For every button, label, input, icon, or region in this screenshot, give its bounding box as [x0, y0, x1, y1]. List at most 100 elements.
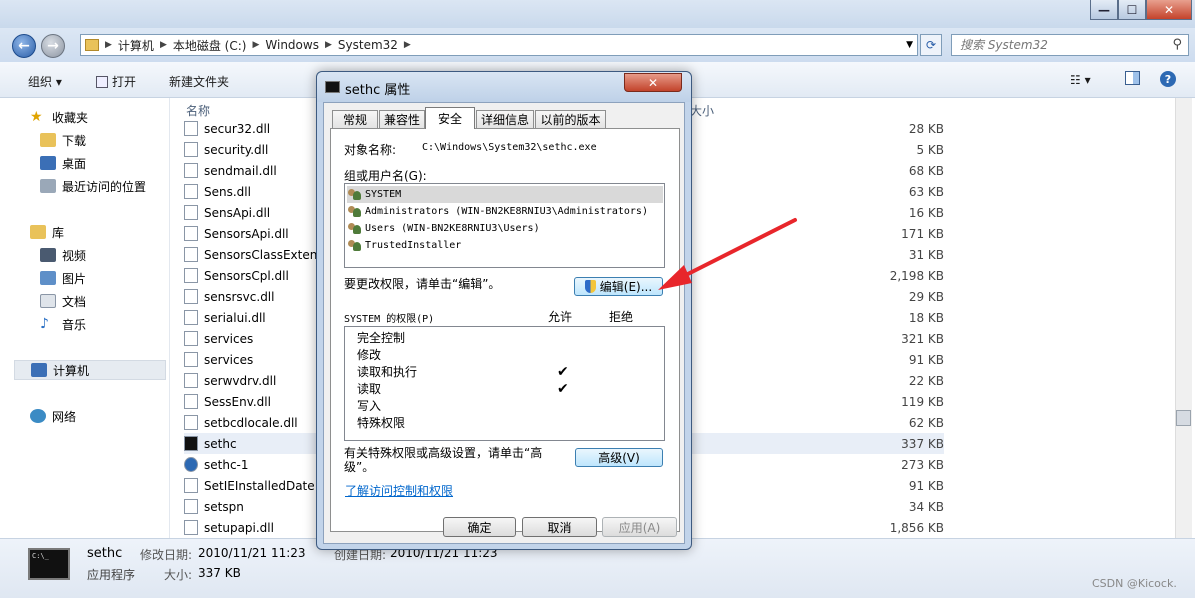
permission-name: 读取 [357, 382, 382, 396]
advanced-button[interactable]: 高级(V) [575, 448, 663, 467]
preview-pane-icon [1125, 71, 1140, 85]
search-icon[interactable]: ⚲ [1172, 37, 1182, 52]
address-bar[interactable]: ▶ 计算机 ▶ 本地磁盘 (C:) ▶ Windows ▶ System32 ▶… [80, 34, 918, 56]
nav-label: 收藏夹 [52, 110, 89, 125]
executable-icon [184, 478, 198, 493]
dll-file-icon [184, 184, 198, 199]
maximize-button[interactable]: ☐ [1118, 0, 1146, 20]
nav-pictures[interactable]: 图片 [40, 268, 86, 288]
view-options-button[interactable]: ☷ ▾ [1070, 73, 1091, 87]
nav-label: 最近访问的位置 [62, 179, 147, 194]
maximize-icon: ☐ [1126, 2, 1138, 17]
uac-shield-icon [584, 280, 596, 293]
red-annotation-arrow [658, 218, 797, 290]
nav-label: 计算机 [53, 363, 90, 378]
breadcrumb-system32[interactable]: System32 [338, 38, 398, 52]
breadcrumb-computer[interactable]: 计算机 [118, 37, 154, 54]
learn-access-control-link[interactable]: 了解访问控制和权限 [345, 482, 453, 499]
nav-downloads[interactable]: 下载 [40, 130, 86, 150]
permission-name: 读取和执行 [357, 365, 418, 379]
command-prompt-icon: C:\_ [28, 548, 70, 580]
nav-desktop[interactable]: 桌面 [40, 153, 86, 173]
nav-music[interactable]: ♪ 音乐 [40, 314, 86, 334]
chevron-right-icon: ▶ [159, 40, 167, 50]
object-name-label: 对象名称: [344, 143, 397, 157]
view-list-icon: ☷ ▾ [1070, 73, 1091, 87]
new-folder-label: 新建文件夹 [169, 75, 230, 89]
refresh-icon: ⟳ [925, 38, 937, 52]
tab-details[interactable]: 详细信息 [476, 110, 534, 128]
cancel-button[interactable]: 取消 [522, 517, 597, 537]
close-icon: ✕ [1163, 2, 1175, 17]
help-button[interactable]: ? [1160, 71, 1176, 87]
dialog-close-button[interactable]: ✕ [624, 73, 682, 92]
user-row-system[interactable]: SYSTEM [347, 186, 663, 203]
file-size: 68 KB [908, 163, 944, 178]
apply-button[interactable]: 应用(A) [602, 517, 677, 537]
address-dropdown-icon[interactable]: ▼ [906, 40, 913, 50]
minimize-button[interactable]: — [1090, 0, 1118, 20]
close-button[interactable]: ✕ [1146, 0, 1192, 20]
file-name: serwvdrv.dll [204, 373, 277, 388]
nav-recent[interactable]: 最近访问的位置 [40, 176, 146, 196]
forward-button[interactable]: → [41, 34, 65, 58]
permission-name: 写入 [357, 399, 382, 413]
breadcrumb-local-disk[interactable]: 本地磁盘 (C:) [173, 37, 247, 54]
search-input[interactable] [952, 35, 1162, 55]
vertical-scrollbar[interactable] [1175, 98, 1192, 538]
nav-favorites[interactable]: ★ 收藏夹 [30, 107, 88, 127]
file-name: Sens.dll [204, 184, 251, 199]
permissions-list: 完全控制 修改 读取和执行 ✔ 读取 ✔ 写入 特殊权限 [344, 326, 665, 441]
nav-label: 下载 [62, 133, 87, 148]
allow-check-icon: ✔ [557, 380, 569, 397]
breadcrumb-windows[interactable]: Windows [265, 38, 319, 52]
new-folder-button[interactable]: 新建文件夹 [169, 73, 229, 90]
file-size: 91 KB [908, 352, 944, 367]
file-name: setbcdlocale.dll [204, 415, 298, 430]
file-name: SensorsCpl.dll [204, 268, 289, 283]
ok-button[interactable]: 确定 [443, 517, 516, 537]
nav-video[interactable]: 视频 [40, 245, 86, 265]
tab-security[interactable]: 安全 [425, 107, 475, 129]
tab-general[interactable]: 常规 [332, 110, 378, 128]
refresh-button[interactable]: ⟳ [920, 34, 942, 56]
executable-icon [184, 352, 198, 367]
video-icon [40, 248, 56, 262]
user-row-trustedinstaller[interactable]: TrustedInstaller [347, 237, 663, 254]
user-row-administrators[interactable]: Administrators (WIN-BN2KE8RNIU3\Administ… [347, 203, 663, 220]
nav-network[interactable]: 网络 [30, 406, 76, 426]
tab-previous-versions[interactable]: 以前的版本 [535, 110, 606, 128]
dll-file-icon [184, 121, 198, 136]
column-header-size[interactable]: 大小 [690, 102, 714, 119]
user-group-icon [347, 239, 363, 252]
nav-computer[interactable]: 计算机 [14, 360, 166, 380]
permission-row: 修改 [357, 346, 657, 363]
file-name: SessEnv.dll [204, 394, 271, 409]
nav-label: 音乐 [62, 317, 87, 332]
scrollbar-thumb[interactable] [1176, 410, 1191, 426]
users-listbox[interactable]: SYSTEM Administrators (WIN-BN2KE8RNIU3\A… [344, 183, 665, 268]
executable-icon [184, 499, 198, 514]
column-header-name[interactable]: 名称 [186, 102, 210, 119]
dialog-titlebar[interactable]: sethc 属性 ✕ [317, 72, 691, 102]
file-size: 18 KB [908, 310, 944, 325]
nav-documents[interactable]: 文档 [40, 291, 86, 311]
organize-button[interactable]: 组织 ▾ [28, 73, 62, 90]
preview-pane-button[interactable] [1125, 71, 1140, 85]
permission-row: 读取 ✔ [357, 380, 657, 397]
file-name: sendmail.dll [204, 163, 277, 178]
open-icon [96, 75, 108, 88]
file-name: setspn [204, 499, 244, 514]
search-box[interactable]: ⚲ [951, 34, 1189, 56]
back-button[interactable]: ← [12, 34, 36, 58]
nav-library[interactable]: 库 [30, 222, 64, 242]
user-row-users[interactable]: Users (WIN-BN2KE8RNIU3\Users) [347, 220, 663, 237]
dialog-title: sethc 属性 [345, 83, 411, 98]
cmd-icon-text: C:\_ [32, 552, 49, 560]
music-icon: ♪ [40, 316, 49, 332]
tab-compatibility[interactable]: 兼容性 [379, 110, 425, 128]
permission-row: 写入 [357, 397, 657, 414]
object-name-value: C:\Windows\System32\sethc.exe [422, 142, 597, 153]
file-name: SensorsApi.dll [204, 226, 289, 241]
open-button[interactable]: 打开 [96, 73, 136, 90]
